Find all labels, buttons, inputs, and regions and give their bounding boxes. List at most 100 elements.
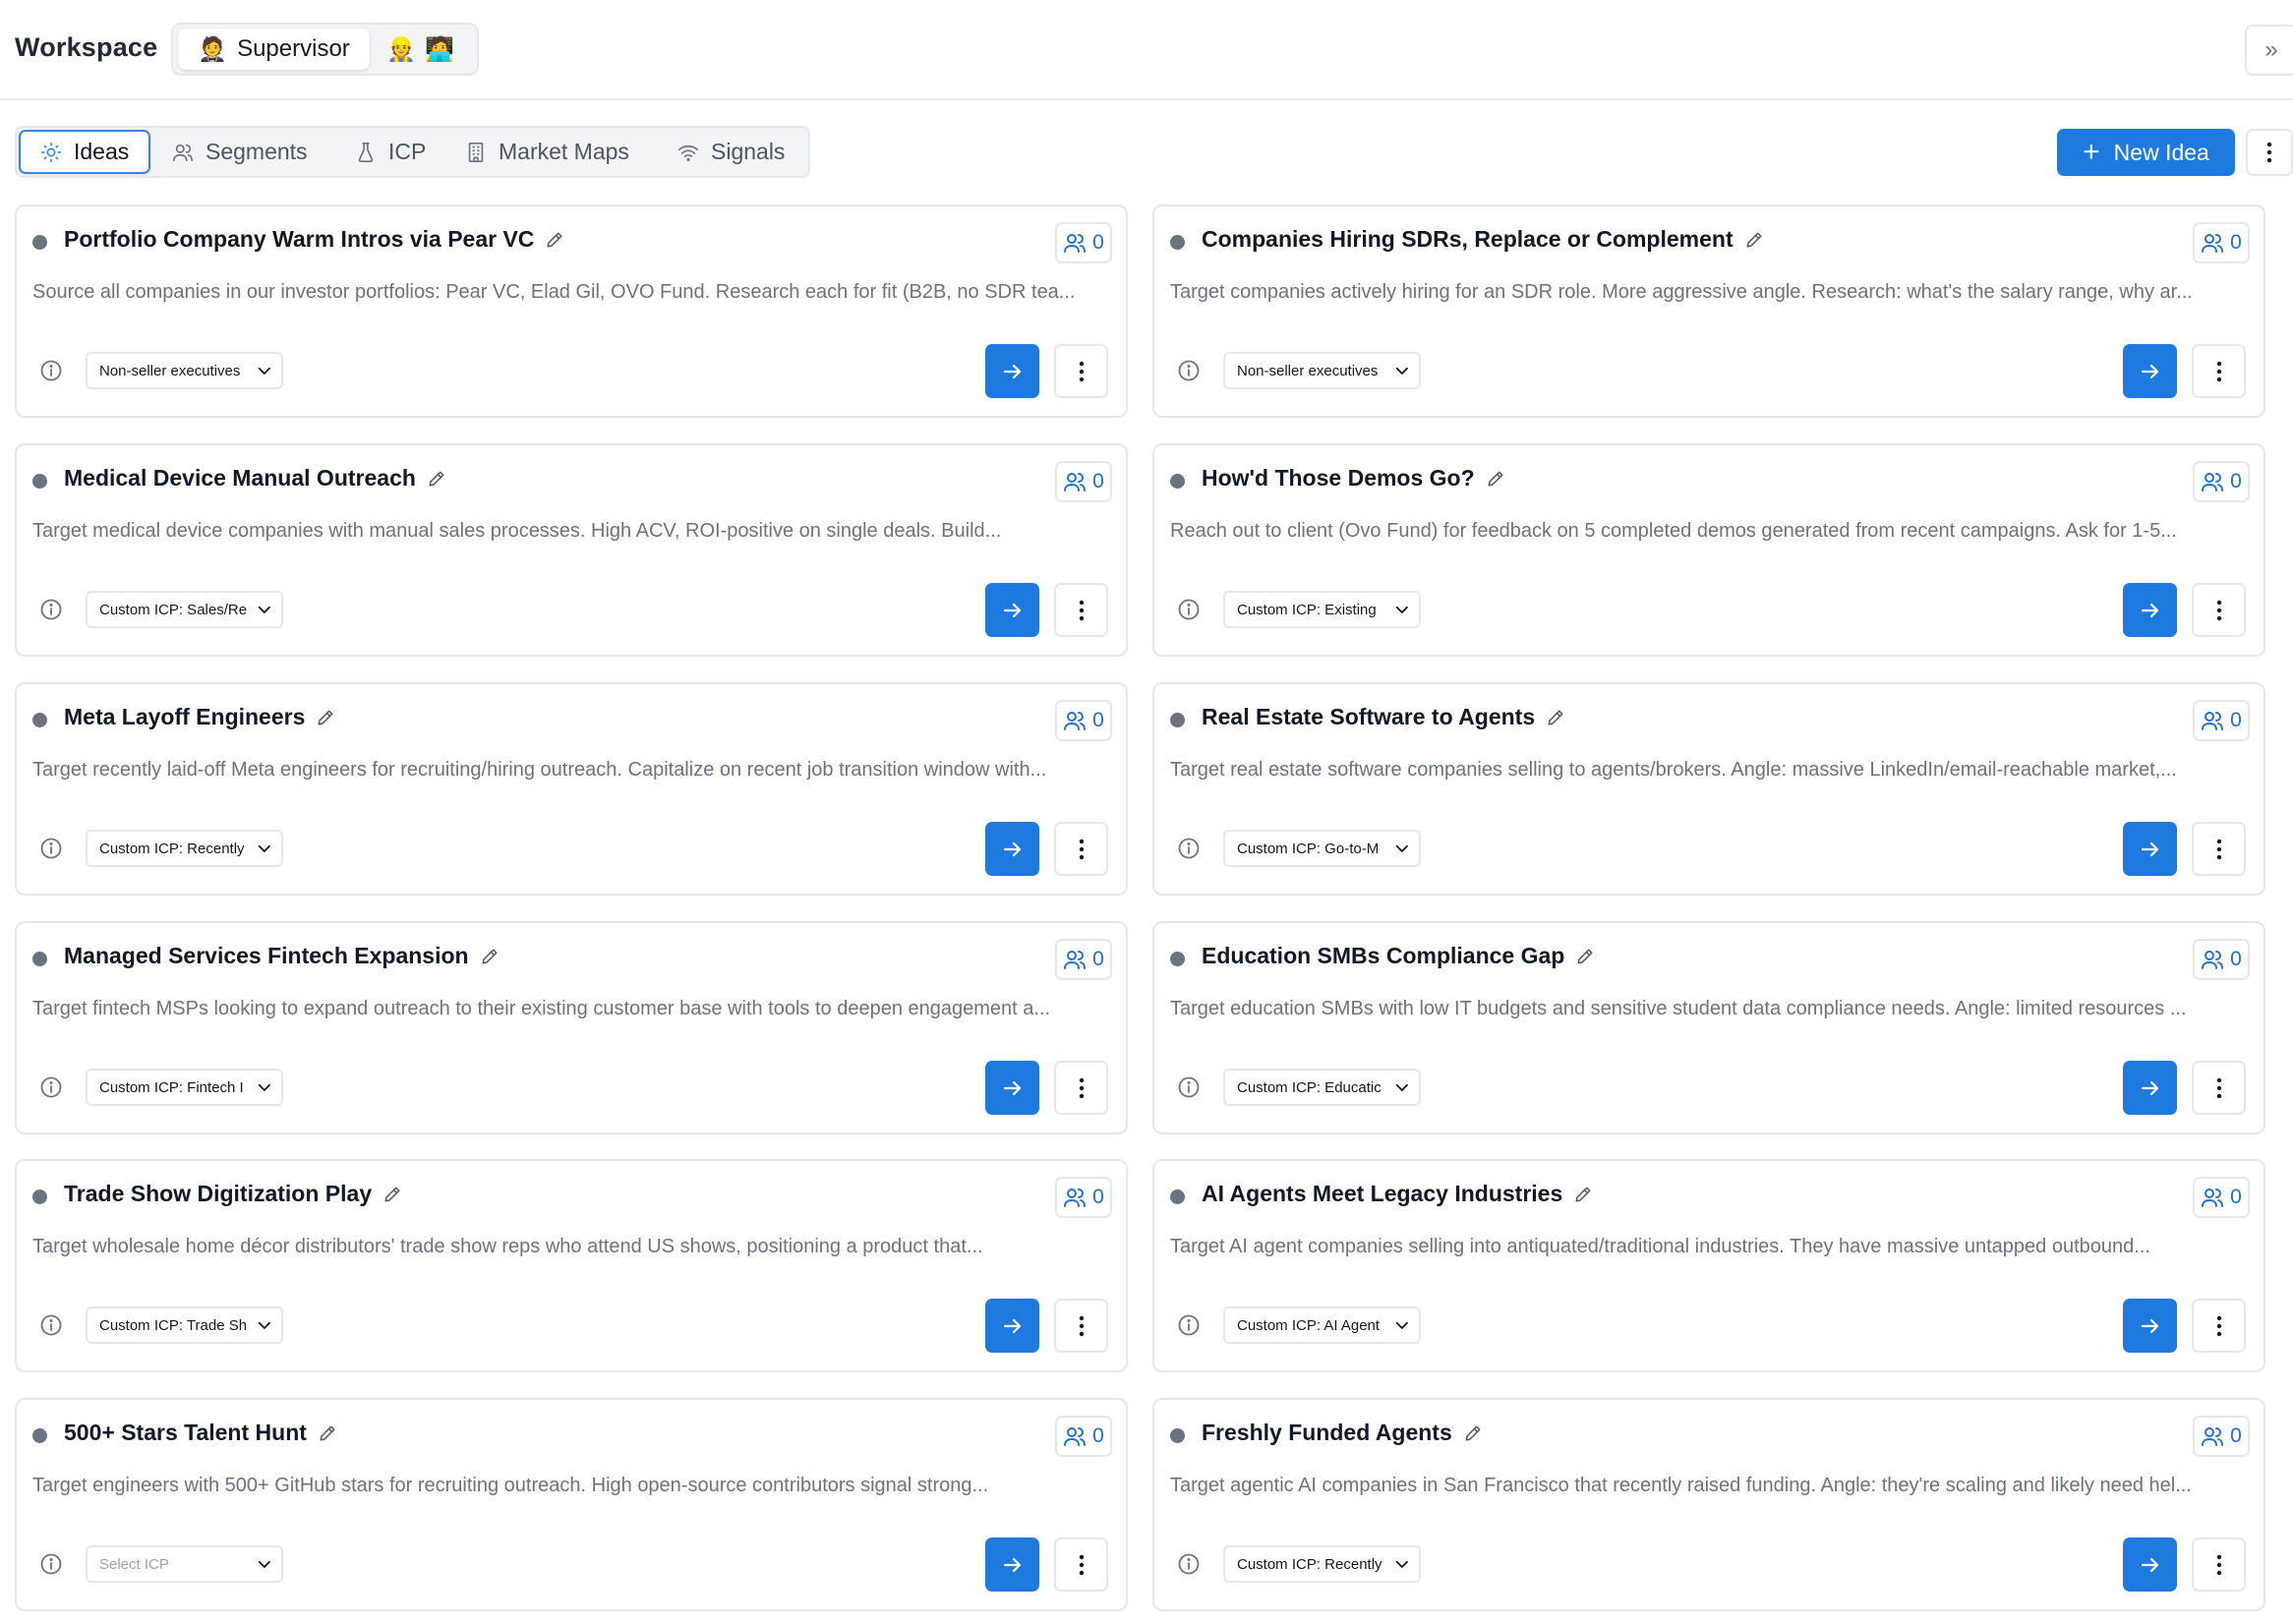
open-idea-button[interactable] [985, 822, 1039, 876]
icp-select[interactable]: Custom ICP: Educatic [1223, 1069, 1421, 1106]
card-menu-button[interactable] [2192, 1299, 2246, 1353]
tab-segments[interactable]: Segments [172, 128, 308, 176]
idea-card[interactable]: Meta Layoff Engineers 0 Target recently … [15, 682, 1128, 896]
pencil-icon[interactable] [317, 709, 334, 726]
assigned-count-badge[interactable]: 0 [1055, 700, 1112, 741]
open-idea-button[interactable] [985, 583, 1039, 637]
icp-select[interactable]: Custom ICP: Sales/Re [86, 591, 283, 628]
assigned-count-badge[interactable]: 0 [2193, 222, 2250, 263]
icp-select[interactable]: Custom ICP: Go-to-M [1223, 830, 1421, 867]
collapse-panel-button[interactable]: » [2245, 25, 2293, 76]
idea-card[interactable]: Medical Device Manual Outreach 0 Target … [15, 443, 1128, 657]
open-idea-button[interactable] [2123, 822, 2177, 876]
pencil-icon[interactable] [1745, 231, 1763, 249]
info-icon[interactable] [39, 1075, 63, 1099]
tab-signals[interactable]: Signals [677, 128, 785, 176]
open-idea-button[interactable] [2123, 1299, 2177, 1353]
assigned-count-badge[interactable]: 0 [2193, 461, 2250, 502]
open-idea-button[interactable] [2123, 583, 2177, 637]
info-icon[interactable] [1177, 1552, 1201, 1576]
icp-select[interactable]: Non-seller executives [1223, 352, 1421, 389]
idea-card[interactable]: Companies Hiring SDRs, Replace or Comple… [1152, 204, 2265, 418]
icp-select[interactable]: Custom ICP: Trade Sh [86, 1306, 283, 1344]
icp-select[interactable]: Custom ICP: Recently [1223, 1545, 1421, 1583]
card-menu-button[interactable] [1054, 822, 1108, 876]
info-icon[interactable] [39, 598, 63, 621]
open-idea-button[interactable] [985, 344, 1039, 398]
open-idea-button[interactable] [985, 1299, 1039, 1353]
pencil-icon[interactable] [546, 231, 563, 249]
new-idea-button[interactable]: + New Idea [2057, 129, 2235, 176]
idea-card[interactable]: Managed Services Fintech Expansion 0 Tar… [15, 921, 1128, 1134]
assigned-count-badge[interactable]: 0 [1055, 939, 1112, 980]
card-menu-button[interactable] [2192, 822, 2246, 876]
pencil-icon[interactable] [383, 1186, 401, 1203]
assigned-count-badge[interactable]: 0 [1055, 461, 1112, 502]
open-idea-button[interactable] [985, 1061, 1039, 1115]
building-icon [468, 142, 484, 162]
info-icon[interactable] [39, 1552, 63, 1576]
card-menu-button[interactable] [1054, 1061, 1108, 1115]
assigned-count-badge[interactable]: 0 [1055, 1416, 1112, 1457]
worker-role-button[interactable]: 👷 [386, 34, 416, 64]
pencil-icon[interactable] [319, 1424, 336, 1442]
open-idea-button[interactable] [985, 1537, 1039, 1592]
icp-select[interactable]: Select ICP [86, 1545, 283, 1583]
idea-card[interactable]: Real Estate Software to Agents 0 Target … [1152, 682, 2265, 896]
pencil-icon[interactable] [1576, 948, 1594, 965]
pencil-icon[interactable] [1574, 1186, 1592, 1203]
technologist-role-button[interactable]: 🧑‍💻 [425, 34, 454, 64]
card-menu-button[interactable] [1054, 583, 1108, 637]
info-icon[interactable] [39, 1313, 63, 1337]
status-dot [32, 1428, 47, 1443]
info-icon[interactable] [1177, 1075, 1201, 1099]
idea-card[interactable]: Trade Show Digitization Play 0 Target wh… [15, 1159, 1128, 1372]
info-icon[interactable] [1177, 598, 1201, 621]
assigned-count-badge[interactable]: 0 [2193, 700, 2250, 741]
card-menu-button[interactable] [1054, 1537, 1108, 1592]
pencil-icon[interactable] [481, 948, 499, 965]
tab-market-maps[interactable]: Market Maps [465, 128, 629, 176]
role-supervisor-button[interactable]: 🤵 Supervisor [178, 29, 370, 70]
icp-select[interactable]: Custom ICP: Fintech I [86, 1069, 283, 1106]
idea-title: 500+ Stars Talent Hunt [64, 1420, 307, 1445]
more-options-button[interactable] [2246, 129, 2293, 176]
icp-select[interactable]: Custom ICP: Recently [86, 830, 283, 867]
open-idea-button[interactable] [2123, 344, 2177, 398]
card-menu-button[interactable] [2192, 1061, 2246, 1115]
icp-select[interactable]: Custom ICP: Existing [1223, 591, 1421, 628]
idea-card[interactable]: Portfolio Company Warm Intros via Pear V… [15, 204, 1128, 418]
open-idea-button[interactable] [2123, 1537, 2177, 1592]
idea-card[interactable]: How'd Those Demos Go? 0 Reach out to cli… [1152, 443, 2265, 657]
assigned-count-badge[interactable]: 0 [1055, 1177, 1112, 1218]
idea-card[interactable]: AI Agents Meet Legacy Industries 0 Targe… [1152, 1159, 2265, 1372]
info-icon[interactable] [39, 837, 63, 860]
idea-card[interactable]: 500+ Stars Talent Hunt 0 Target engineer… [15, 1398, 1128, 1611]
card-menu-button[interactable] [1054, 344, 1108, 398]
pencil-icon[interactable] [1464, 1424, 1482, 1442]
idea-card[interactable]: Education SMBs Compliance Gap 0 Target e… [1152, 921, 2265, 1134]
card-menu-button[interactable] [1054, 1299, 1108, 1353]
assigned-count-badge[interactable]: 0 [1055, 222, 1112, 263]
open-idea-button[interactable] [2123, 1061, 2177, 1115]
info-icon[interactable] [39, 359, 63, 382]
card-menu-button[interactable] [2192, 583, 2246, 637]
vertical-dots-icon [1079, 1315, 1084, 1336]
pencil-icon[interactable] [428, 470, 445, 488]
icp-select[interactable]: Non-seller executives [86, 352, 283, 389]
info-icon[interactable] [1177, 1313, 1201, 1337]
info-icon[interactable] [1177, 837, 1201, 860]
pencil-icon[interactable] [1547, 709, 1564, 726]
card-menu-button[interactable] [2192, 344, 2246, 398]
assigned-count-badge[interactable]: 0 [2193, 939, 2250, 980]
idea-card[interactable]: Freshly Funded Agents 0 Target agentic A… [1152, 1398, 2265, 1611]
tab-icp[interactable]: ICP [355, 128, 426, 176]
assigned-count-badge[interactable]: 0 [2193, 1416, 2250, 1457]
info-icon[interactable] [1177, 359, 1201, 382]
icp-select[interactable]: Custom ICP: AI Agent [1223, 1306, 1421, 1344]
tab-ideas[interactable]: Ideas [19, 130, 151, 174]
supervisor-icon: 🤵 [198, 35, 228, 63]
card-menu-button[interactable] [2192, 1537, 2246, 1592]
assigned-count-badge[interactable]: 0 [2193, 1177, 2250, 1218]
pencil-icon[interactable] [1487, 470, 1504, 488]
